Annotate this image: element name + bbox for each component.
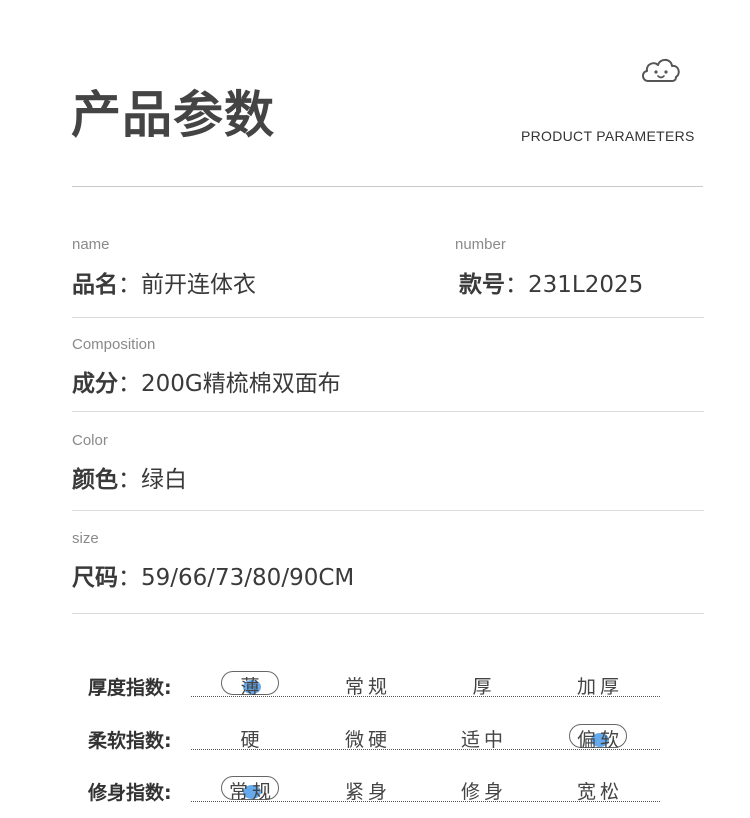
divider bbox=[72, 411, 704, 412]
index-option-label: 常规 bbox=[344, 676, 391, 698]
size-en-label: size bbox=[72, 530, 99, 547]
color-sep: ： bbox=[118, 467, 141, 493]
color-value: 绿白 bbox=[141, 467, 187, 493]
number-label: 款号 bbox=[459, 272, 505, 298]
index-option-label: 修身 bbox=[460, 781, 507, 803]
composition-row: 成分：200G精梳棉双面布 bbox=[72, 364, 341, 398]
name-row: 品名：前开连体衣 bbox=[72, 265, 256, 299]
divider bbox=[72, 317, 704, 318]
index-option: 硬 bbox=[207, 725, 297, 752]
index-option: 紧身 bbox=[323, 777, 413, 804]
size-row: 尺码：59/66/73/80/90CM bbox=[72, 558, 354, 592]
index-option-label: 紧身 bbox=[344, 781, 391, 803]
color-label: 颜色 bbox=[72, 467, 118, 493]
cloud-smile-icon bbox=[640, 55, 682, 89]
index-option-label: 适中 bbox=[460, 729, 507, 751]
index-option: 常规 bbox=[323, 672, 413, 699]
composition-value: 200G精梳棉双面布 bbox=[141, 371, 341, 397]
index-option-label: 薄 bbox=[240, 676, 264, 698]
color-en-label: Color bbox=[72, 432, 108, 449]
index-option-label: 硬 bbox=[240, 729, 264, 751]
size-value: 59/66/73/80/90CM bbox=[141, 565, 355, 591]
index-label: 修身指数: bbox=[88, 782, 172, 804]
index-option: 厚 bbox=[439, 672, 529, 699]
index-option-selected: 常规 bbox=[207, 776, 297, 804]
page-title: 产品参数 bbox=[71, 86, 275, 144]
index-option: 宽松 bbox=[555, 777, 645, 804]
number-en-label: number bbox=[455, 236, 506, 253]
name-value: 前开连体衣 bbox=[141, 272, 256, 298]
divider bbox=[72, 510, 704, 511]
size-sep: ： bbox=[118, 565, 141, 591]
name-label: 品名 bbox=[72, 272, 118, 298]
index-option-label: 厚 bbox=[472, 676, 496, 698]
index-option-label: 微硬 bbox=[344, 729, 391, 751]
name-en-label: name bbox=[72, 236, 110, 253]
index-label: 柔软指数: bbox=[88, 730, 172, 752]
number-sep: ： bbox=[505, 272, 528, 298]
index-option-label: 宽松 bbox=[576, 781, 623, 803]
index-option-label: 加厚 bbox=[576, 676, 623, 698]
composition-en-label: Composition bbox=[72, 336, 156, 353]
index-option: 修身 bbox=[439, 777, 529, 804]
index-option-label: 常规 bbox=[228, 781, 275, 803]
index-option: 微硬 bbox=[323, 725, 413, 752]
index-option: 加厚 bbox=[555, 672, 645, 699]
index-option-selected: 偏软 bbox=[555, 724, 645, 752]
index-label: 厚度指数: bbox=[88, 677, 172, 699]
index-option-label: 偏软 bbox=[576, 729, 623, 751]
number-value: 231L2025 bbox=[528, 272, 644, 298]
name-sep: ： bbox=[118, 272, 141, 298]
number-row: 款号：231L2025 bbox=[459, 265, 643, 299]
index-option: 适中 bbox=[439, 725, 529, 752]
page-subtitle: PRODUCT PARAMETERS bbox=[521, 128, 695, 144]
composition-sep: ： bbox=[118, 371, 141, 397]
header-divider bbox=[72, 186, 703, 187]
index-option-selected: 薄 bbox=[207, 671, 297, 699]
composition-label: 成分 bbox=[72, 371, 118, 397]
divider bbox=[72, 613, 704, 614]
size-label: 尺码 bbox=[72, 565, 118, 591]
color-row: 颜色：绿白 bbox=[72, 460, 187, 494]
